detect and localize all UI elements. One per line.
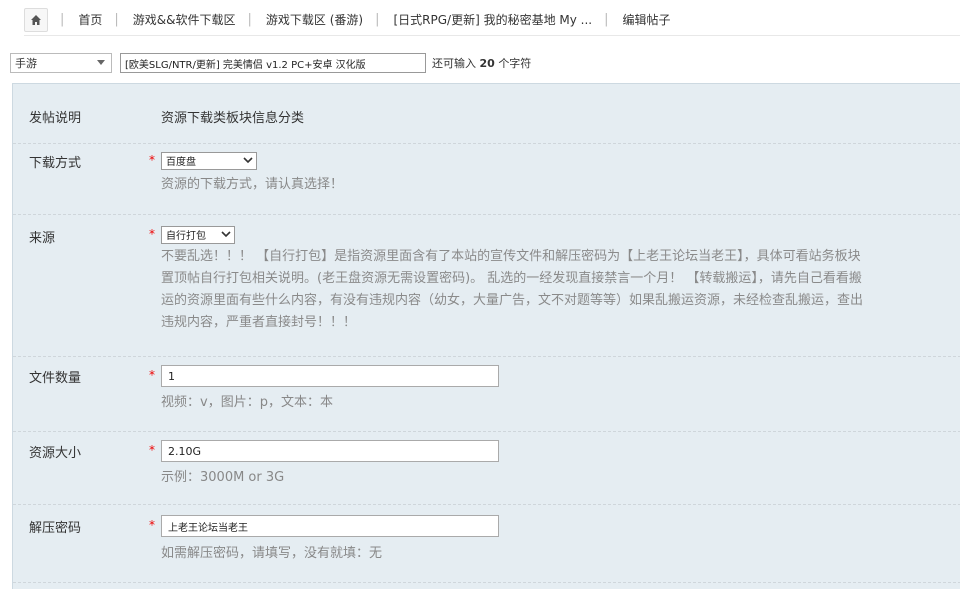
- source-hint-line: 不要乱选！！！ 【自行打包】是指资源里面含有了本站的宣传文件和解压密码为【上老王…: [161, 248, 861, 264]
- source-hint-line: 违规内容，严重者直接封号！！！: [161, 314, 357, 330]
- breadcrumb-item: | [日式RPG/更新] 我的秘密基地 My ...: [363, 11, 592, 28]
- breadcrumb-item: | 首页: [48, 11, 102, 28]
- required-mark: *: [149, 443, 155, 457]
- source-value: 自行打包: [166, 231, 206, 242]
- form-panel: 发帖说明 资源下载类板块信息分类 下载方式 * 百度盘 资源的下载方式，请认真选…: [12, 83, 960, 589]
- download-method-value: 百度盘: [166, 157, 196, 168]
- download-method-select[interactable]: 百度盘: [161, 151, 257, 170]
- file-count-hint: 视频：v，图片：p，文本：本: [161, 395, 333, 410]
- breadcrumb-separator: |: [375, 12, 380, 27]
- row-unzip-password: 解压密码 * 上老王论坛当老王 如需解压密码，请填写，没有就填：无: [13, 505, 960, 583]
- post-desc-value: 资源下载类板块信息分类: [161, 111, 305, 126]
- subject-value: [欧美SLG/NTR/更新] 完美情侣 v1.2 PC+安卓 汉化版: [125, 59, 366, 71]
- resource-size-hint: 示例：3000M or 3G: [161, 470, 285, 485]
- unzip-password-hint: 如需解压密码，请填写，没有就填：无: [161, 546, 383, 561]
- breadcrumb-separator: |: [60, 12, 65, 27]
- download-method-field: * 百度盘 资源的下载方式，请认真选择！: [149, 150, 960, 196]
- breadcrumb-item: | 编辑帖子: [592, 11, 670, 28]
- required-mark: *: [149, 518, 155, 532]
- source-field: * 自行打包 不要乱选！！！ 【自行打包】是指资源里面含有了本站的宣传文件和解压…: [149, 224, 960, 334]
- chevron-down-icon: [221, 231, 231, 238]
- file-count-value: 1: [168, 369, 175, 383]
- thread-type-value: 手游: [15, 57, 37, 70]
- home-icon: [31, 14, 41, 25]
- source-hint-line: 运的资源里面有些什么内容，有没有违规内容（幼女，大量广告，文不对题等等）如果乱搬…: [161, 292, 864, 308]
- row-download-method: 下载方式 * 百度盘 资源的下载方式，请认真选择！: [13, 144, 960, 215]
- row-source: 来源 * 自行打包 不要乱选！！！ 【自行打包】是指资源里面含有了本站的宣传文件…: [13, 215, 960, 357]
- source-select[interactable]: 自行打包: [161, 225, 235, 244]
- breadcrumb-separator: |: [114, 12, 119, 27]
- breadcrumb-item: | 游戏&&软件下载区: [102, 11, 235, 28]
- required-mark: *: [149, 153, 155, 167]
- row-post-desc: 发帖说明 资源下载类板块信息分类: [13, 84, 960, 144]
- breadcrumb-current: 编辑帖子: [622, 13, 671, 27]
- breadcrumb-separator: |: [247, 12, 252, 27]
- required-mark: *: [149, 227, 155, 241]
- source-hint-line: 置顶帖自行打包相关说明。(老王盘资源无需设置密码)。 乱选的一经发现直接禁言一个…: [161, 270, 862, 286]
- breadcrumb-link-download-zone[interactable]: 游戏&&软件下载区: [133, 11, 236, 28]
- thread-type-select[interactable]: 手游: [10, 53, 112, 73]
- breadcrumb: | 首页 | 游戏&&软件下载区 | 游戏下载区 (番游) | [日式RPG/更…: [24, 4, 960, 36]
- breadcrumb-item: | 游戏下载区 (番游): [236, 11, 364, 28]
- resource-size-label: 资源大小: [29, 446, 82, 461]
- resource-size-value: 2.10G: [168, 444, 202, 458]
- char-hint-count: 20: [479, 57, 495, 70]
- resource-size-field: * 2.10G 示例：3000M or 3G: [149, 440, 960, 489]
- chevron-down-icon: [243, 157, 253, 164]
- unzip-password-label: 解压密码: [29, 521, 82, 536]
- title-row: 手游 [欧美SLG/NTR/更新] 完美情侣 v1.2 PC+安卓 汉化版 还可…: [10, 52, 531, 74]
- resource-size-input[interactable]: 2.10G: [161, 440, 499, 462]
- breadcrumb-separator: |: [604, 12, 609, 27]
- char-hint-prefix: 还可输入: [432, 57, 476, 70]
- unzip-password-input[interactable]: 上老王论坛当老王: [161, 515, 499, 537]
- breadcrumb-link-thread[interactable]: [日式RPG/更新] 我的秘密基地 My ...: [393, 11, 592, 28]
- required-mark: *: [149, 368, 155, 382]
- unzip-password-field: * 上老王论坛当老王 如需解压密码，请填写，没有就填：无: [149, 515, 960, 565]
- char-hint-suffix: 个字符: [498, 57, 532, 70]
- file-count-field: * 1 视频：v，图片：p，文本：本: [149, 365, 960, 414]
- subject-input[interactable]: [欧美SLG/NTR/更新] 完美情侣 v1.2 PC+安卓 汉化版: [120, 53, 426, 73]
- home-button[interactable]: [24, 7, 48, 32]
- breadcrumb-link-game-download[interactable]: 游戏下载区 (番游): [266, 11, 363, 28]
- download-method-label: 下载方式: [29, 156, 82, 171]
- source-hint: 不要乱选！！！ 【自行打包】是指资源里面含有了本站的宣传文件和解压密码为【上老王…: [161, 246, 960, 334]
- row-resource-size: 资源大小 * 2.10G 示例：3000M or 3G: [13, 432, 960, 505]
- unzip-password-value: 上老王论坛当老王: [168, 522, 248, 534]
- source-label: 来源: [29, 231, 56, 246]
- download-method-hint: 资源的下载方式，请认真选择！: [161, 176, 344, 192]
- chevron-down-icon: [97, 60, 105, 65]
- file-count-label: 文件数量: [29, 371, 82, 386]
- char-count-hint: 还可输入 20 个字符: [432, 55, 531, 71]
- row-file-count: 文件数量 * 1 视频：v，图片：p，文本：本: [13, 357, 960, 432]
- post-desc-label: 发帖说明: [29, 111, 82, 126]
- breadcrumb-link-home[interactable]: 首页: [78, 11, 102, 28]
- file-count-input[interactable]: 1: [161, 365, 499, 387]
